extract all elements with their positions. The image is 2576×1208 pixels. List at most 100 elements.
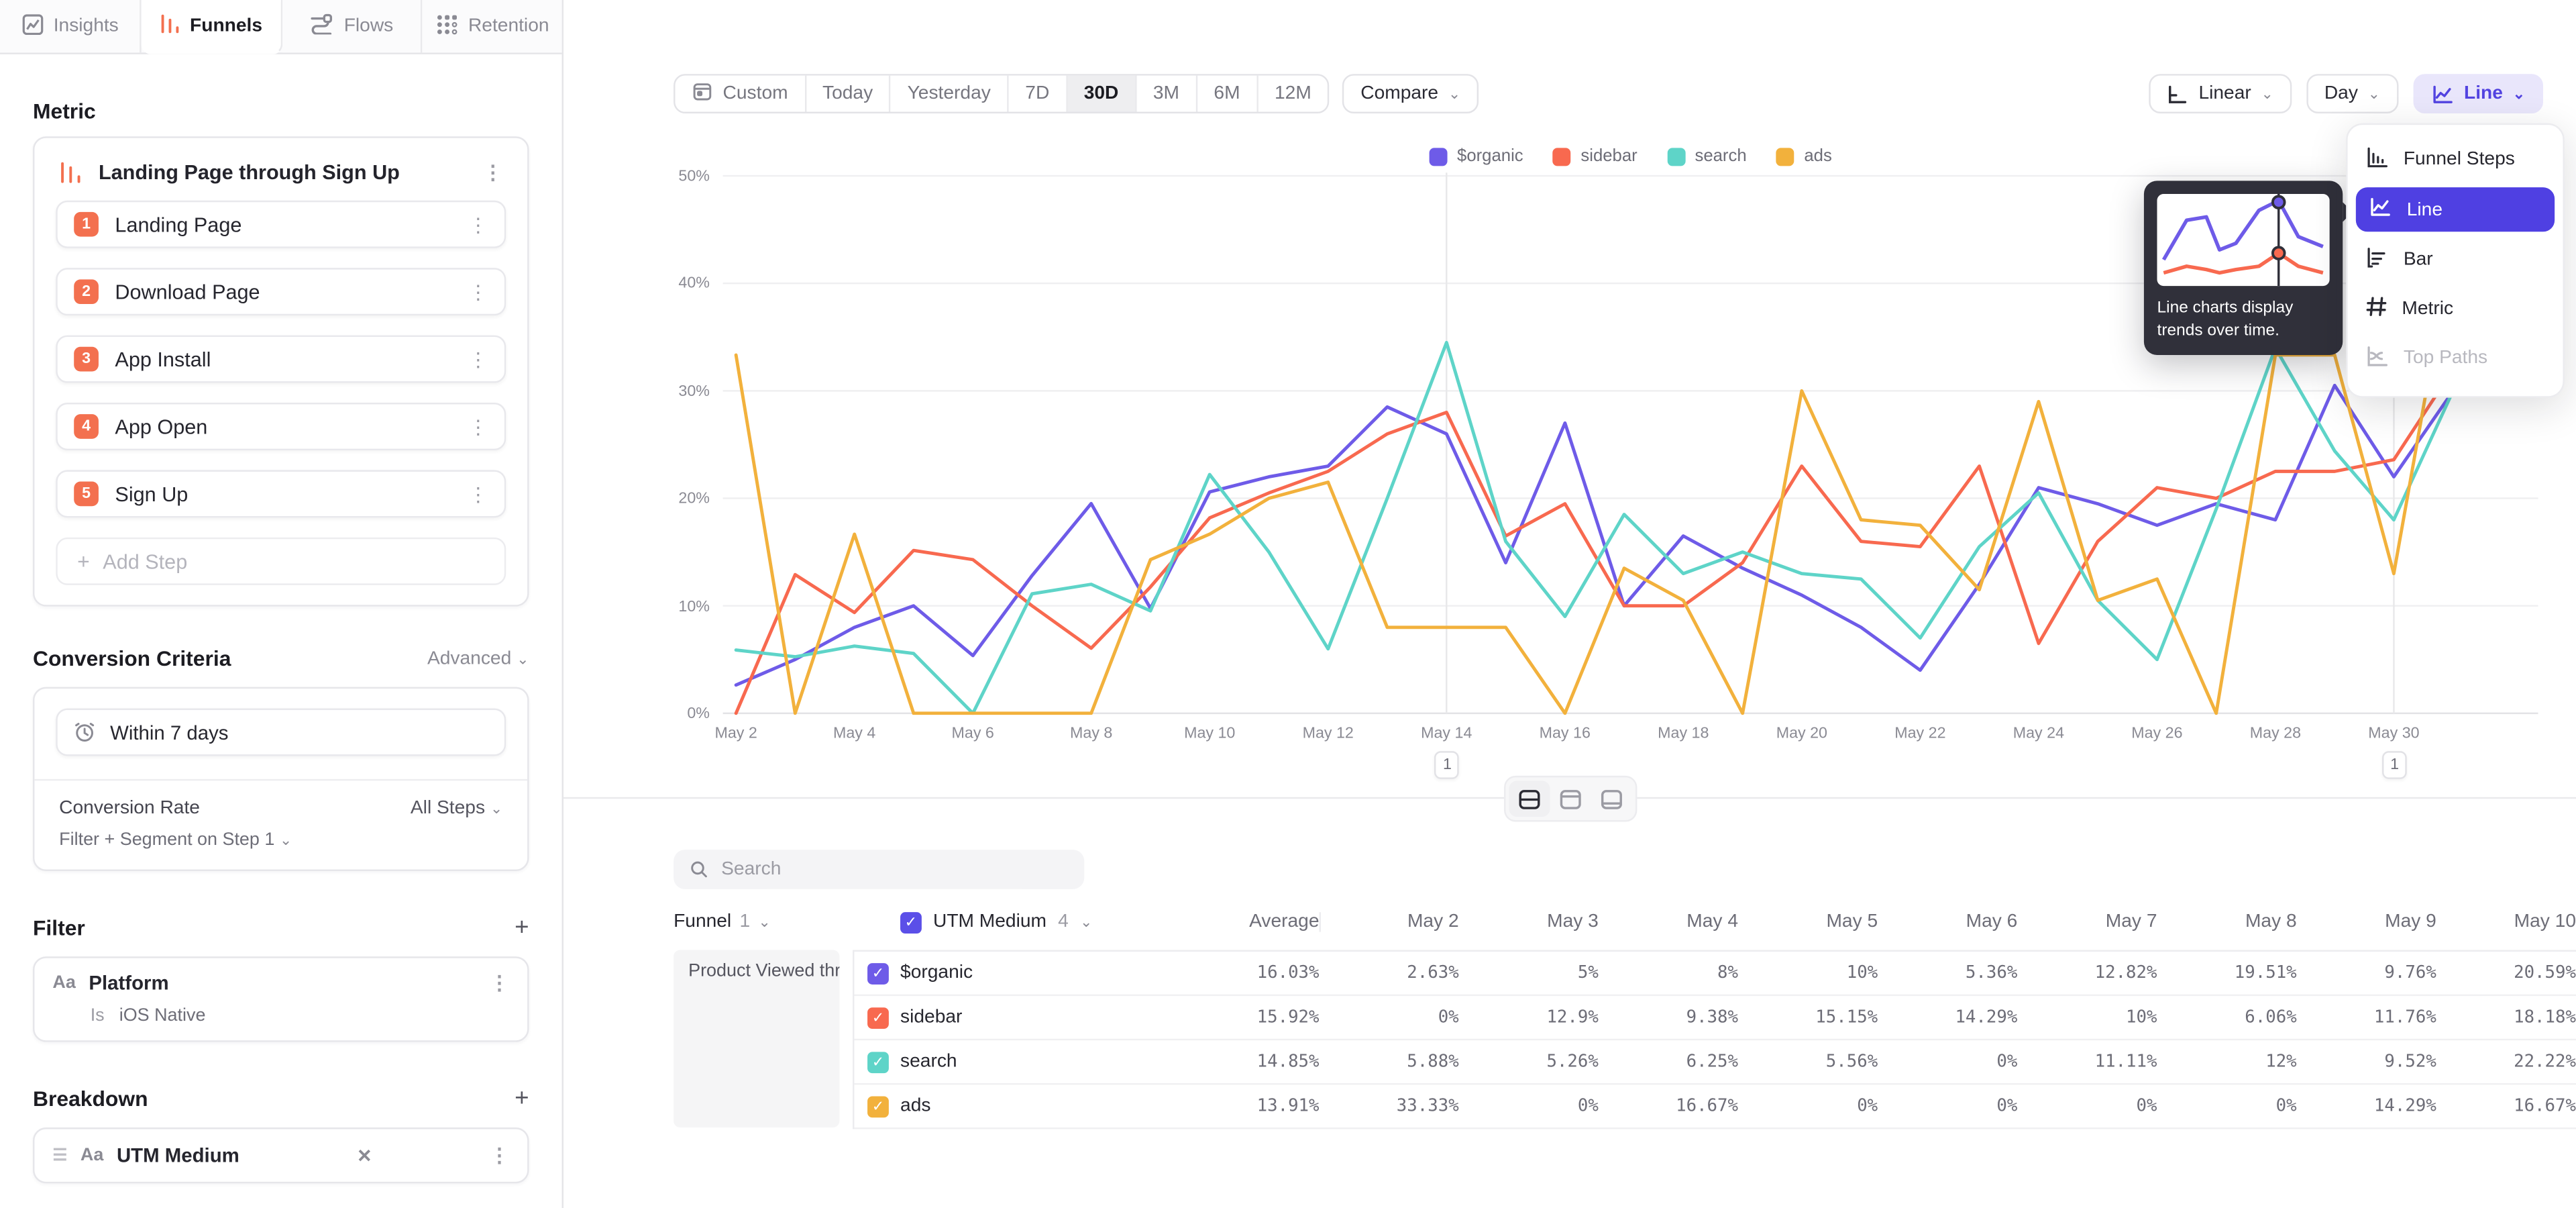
funnel-column-header[interactable]: Funnel1⌄ xyxy=(674,912,900,932)
step-kebab-icon[interactable]: ⋮ xyxy=(468,417,488,436)
legend-item-organic[interactable]: $organic xyxy=(1429,146,1523,166)
add-filter-button[interactable]: + xyxy=(515,914,529,942)
row-value: 9.52% xyxy=(2297,1052,2436,1071)
menu-item-bar[interactable]: Bar xyxy=(2348,235,2563,284)
breakdown-kebab-icon[interactable]: ⋮ xyxy=(490,1146,509,1165)
funnel-metric-header[interactable]: Landing Page through Sign Up ⋮ xyxy=(56,154,506,201)
checkbox-checked-icon[interactable]: ✓ xyxy=(900,911,922,933)
day-column-header[interactable]: May 6 xyxy=(1878,912,2017,932)
filter-value[interactable]: iOS Native xyxy=(119,1006,206,1025)
funnel-steps-list: 1Landing Page⋮ 2Download Page⋮ 3App Instal… xyxy=(56,201,506,518)
tab-flows[interactable]: Flows xyxy=(282,0,423,52)
date-range-custom[interactable]: Custom xyxy=(676,76,806,112)
split-view-toggle[interactable] xyxy=(1508,781,1549,817)
day-column-header[interactable]: May 2 xyxy=(1320,912,1459,932)
table-row-sidebar[interactable]: ✓sidebar15.92%0%12.9%9.38%15.15%14.29%10… xyxy=(854,996,2576,1040)
filter-operator[interactable]: Is xyxy=(91,1006,105,1025)
conversion-criteria-heading: Conversion Criteria Advanced ⌄ xyxy=(33,646,529,670)
search-input[interactable] xyxy=(721,860,1068,879)
day-column-header[interactable]: May 8 xyxy=(2157,912,2297,932)
tab-insights[interactable]: Insights xyxy=(0,0,141,52)
table-row-search[interactable]: ✓search14.85%5.88%5.26%6.25%5.56%0%11.11… xyxy=(854,1040,2576,1085)
annotation-badge[interactable]: 1 xyxy=(1435,751,1460,779)
date-range-30d[interactable]: 30D xyxy=(1067,76,1136,112)
funnel-step-1[interactable]: 1Landing Page⋮ xyxy=(56,201,506,248)
row-checkbox[interactable]: ✓ xyxy=(867,1007,889,1028)
advanced-dropdown[interactable]: Advanced ⌄ xyxy=(427,648,529,668)
granularity-dropdown[interactable]: Day ⌄ xyxy=(2306,74,2398,113)
legend-item-ads[interactable]: ads xyxy=(1776,146,1832,166)
step-kebab-icon[interactable]: ⋮ xyxy=(468,349,488,368)
legend-swatch xyxy=(1429,147,1447,165)
chart-only-view-toggle[interactable] xyxy=(1549,781,1590,817)
drag-handle-icon[interactable]: ☰ xyxy=(52,1146,67,1164)
filter-property[interactable]: Platform xyxy=(89,971,168,994)
breakdown-table: Funnel1⌄ ✓ UTM Medium4⌄ Average May 2May… xyxy=(674,902,2576,1129)
legend-item-sidebar[interactable]: sidebar xyxy=(1553,146,1638,166)
x-axis-label: May 4 xyxy=(808,725,900,743)
table-search xyxy=(674,850,1084,889)
tab-retention[interactable]: Retention xyxy=(423,0,562,52)
conversion-rate-dropdown[interactable]: All Steps ⌄ xyxy=(411,799,502,818)
table-row-ads[interactable]: ✓ads13.91%33.33%0%16.67%0%0%0%0%14.29%16… xyxy=(854,1085,2576,1129)
filter-kebab-icon[interactable]: ⋮ xyxy=(490,973,509,993)
funnel-step-4[interactable]: 4App Open⋮ xyxy=(56,403,506,450)
date-range-3m[interactable]: 3M xyxy=(1136,76,1197,112)
menu-item-line[interactable]: Line xyxy=(2356,187,2555,232)
row-value: 12% xyxy=(2157,1052,2297,1071)
menu-item-metric[interactable]: Metric xyxy=(2348,285,2563,334)
report-tabstrip: InsightsFunnelsFlowsRetention xyxy=(0,0,562,54)
menu-item-funnel-steps[interactable]: Funnel Steps xyxy=(2348,135,2563,184)
chevron-down-icon: ⌄ xyxy=(280,832,292,848)
funnel-kebab-icon[interactable]: ⋮ xyxy=(483,162,502,182)
step-kebab-icon[interactable]: ⋮ xyxy=(468,484,488,503)
date-range-6m[interactable]: 6M xyxy=(1197,76,1258,112)
legend-item-search[interactable]: search xyxy=(1667,146,1747,166)
chevron-down-icon: ⌄ xyxy=(1080,913,1092,931)
annotation-badge[interactable]: 1 xyxy=(2382,751,2407,779)
day-column-header[interactable]: May 9 xyxy=(2297,912,2436,932)
day-column-header[interactable]: May 7 xyxy=(2017,912,2157,932)
funnel-name-cell[interactable]: Product Viewed through P… xyxy=(674,950,839,1127)
row-checkbox[interactable]: ✓ xyxy=(867,1095,889,1117)
add-step-button[interactable]: + Add Step xyxy=(56,538,506,585)
date-range-yesterday[interactable]: Yesterday xyxy=(891,76,1009,112)
date-range-12m[interactable]: 12M xyxy=(1258,76,1328,112)
average-column-header[interactable]: Average xyxy=(1212,912,1319,932)
insights-icon xyxy=(21,12,44,40)
add-breakdown-button[interactable]: + xyxy=(515,1085,529,1113)
funnel-step-3[interactable]: 3App Install⋮ xyxy=(56,336,506,383)
filter-segment-dropdown[interactable]: Filter + Segment on Step 1 ⌄ xyxy=(56,819,506,870)
day-column-header[interactable]: May 5 xyxy=(1738,912,1878,932)
day-column-header[interactable]: May 4 xyxy=(1599,912,1738,932)
table-only-view-toggle[interactable] xyxy=(1591,781,1631,817)
search-icon xyxy=(690,860,708,879)
step-kebab-icon[interactable]: ⋮ xyxy=(468,282,488,301)
conversion-window-button[interactable]: Within 7 days xyxy=(56,709,506,756)
row-value: 14.29% xyxy=(2297,1096,2436,1115)
table-row-organic[interactable]: ✓$organic16.03%2.63%5%8%10%5.36%12.82%19… xyxy=(854,952,2576,996)
remove-breakdown-icon[interactable]: ✕ xyxy=(357,1145,372,1166)
row-checkbox[interactable]: ✓ xyxy=(867,1051,889,1072)
step-kebab-icon[interactable]: ⋮ xyxy=(468,215,488,234)
row-value: 5.36% xyxy=(1878,963,2017,983)
table-rows: ✓$organic16.03%2.63%5%8%10%5.36%12.82%19… xyxy=(853,950,2576,1129)
chart-type-dropdown[interactable]: Line ⌄ xyxy=(2413,74,2543,113)
filter-heading: Filter + xyxy=(33,914,529,942)
funnel-step-2[interactable]: 2Download Page⋮ xyxy=(56,268,506,315)
day-column-header[interactable]: May 10 xyxy=(2436,912,2576,932)
breakdown-column-header[interactable]: ✓ UTM Medium4⌄ xyxy=(900,911,1212,933)
date-range-7d[interactable]: 7D xyxy=(1009,76,1067,112)
funnel-step-5[interactable]: 5Sign Up⋮ xyxy=(56,470,506,517)
row-checkbox[interactable]: ✓ xyxy=(867,962,889,984)
day-column-header[interactable]: May 3 xyxy=(1459,912,1599,932)
breakdown-property[interactable]: UTM Medium xyxy=(117,1144,239,1166)
compare-button[interactable]: Compare ⌄ xyxy=(1342,74,1479,113)
tab-funnels[interactable]: Funnels xyxy=(141,0,282,54)
x-axis-label: May 2 xyxy=(690,725,782,743)
scale-dropdown[interactable]: Linear ⌄ xyxy=(2149,74,2292,113)
date-range-today[interactable]: Today xyxy=(806,76,892,112)
line-chart-icon xyxy=(2431,83,2454,105)
row-value: 12.9% xyxy=(1459,1007,1599,1027)
row-value: 20.59% xyxy=(2436,963,2576,983)
